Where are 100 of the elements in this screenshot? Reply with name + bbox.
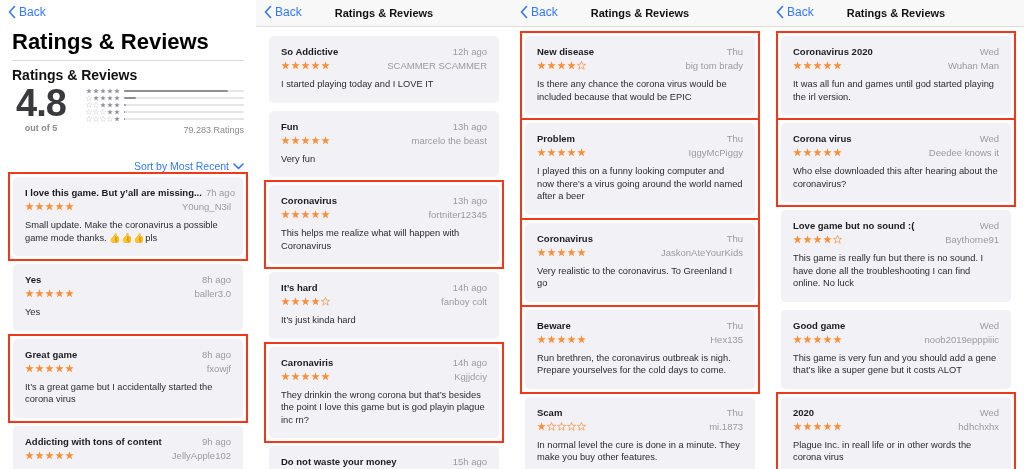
- star-icon: [803, 421, 812, 431]
- star-icon: [35, 450, 44, 460]
- star-icon: [833, 61, 842, 70]
- review-text: It was all fun and games until god started playing the irl version.: [793, 78, 996, 103]
- back-link[interactable]: Back: [520, 5, 558, 19]
- review-title: Problem: [537, 133, 575, 144]
- star-icon: [301, 61, 310, 70]
- review-time: Thu: [726, 46, 743, 57]
- star-icon: [65, 289, 74, 298]
- star-icon: [45, 450, 54, 460]
- star-icon: [567, 334, 576, 344]
- review-author: fanboy colt: [441, 296, 487, 307]
- review-time: Wed: [979, 406, 999, 418]
- star-icon: [301, 297, 310, 306]
- star-icon: [311, 297, 320, 306]
- ratings-count: 79.283 Ratings: [183, 125, 244, 135]
- star-icon: [833, 148, 842, 157]
- star-icon: [813, 421, 822, 431]
- review-time: Wed: [979, 133, 999, 144]
- review-time: Thu: [726, 133, 743, 144]
- review-text: Very fun: [281, 152, 317, 165]
- review-time: Thu: [726, 232, 743, 244]
- review-title: Beware: [537, 319, 571, 331]
- star-icon: [25, 450, 34, 460]
- review-time: Wed: [979, 220, 999, 231]
- star-icon: [823, 235, 832, 244]
- back-link[interactable]: Back: [8, 5, 46, 19]
- star-icon: [291, 371, 300, 381]
- star-icon: [567, 148, 576, 157]
- review-title: I love this game. But y’all are missing...: [25, 187, 202, 198]
- star-icon: [577, 61, 586, 70]
- review-text: Yes: [25, 306, 42, 319]
- review-author: JaskonAteYourKids: [660, 246, 743, 258]
- star-icon: [803, 235, 812, 244]
- review-text: This game is very fun and you should add a gene that’s like a super gene but it costs ALOT: [793, 351, 998, 377]
- star-icon: [547, 334, 556, 344]
- review-author: SCAMMER SCAMMER: [387, 60, 487, 71]
- star-icon: [577, 421, 586, 431]
- review-time: 13h ago: [452, 195, 487, 206]
- star-icon: [321, 297, 330, 306]
- review-title: Good game: [793, 319, 846, 331]
- review-text: Who else downloaded this after hearing about the coronavirus?: [793, 165, 999, 190]
- review-time: Thu: [726, 319, 743, 331]
- star-icon: [537, 421, 546, 431]
- review-author: Y0ung_N3il: [181, 201, 231, 212]
- review-title: Fun: [281, 120, 299, 132]
- nav-title: Ratings & Reviews: [846, 7, 946, 19]
- nav-title: Ratings & Reviews: [590, 7, 690, 19]
- star-icon: [793, 61, 802, 70]
- back-link[interactable]: Back: [776, 5, 814, 19]
- star-icon: [65, 450, 74, 460]
- review-author: mi.1873: [709, 420, 743, 432]
- review-text: Very realistic to the coronavirus. To Greenland I go: [537, 264, 734, 290]
- star-icon: [567, 247, 576, 257]
- score-caption: out of 5: [24, 123, 58, 133]
- review-author: baller3.0: [194, 288, 231, 299]
- back-chevron-icon: [776, 5, 784, 19]
- star-icon: [813, 334, 822, 344]
- review-author: Wuhan Man: [947, 60, 999, 71]
- review-title: New disease: [537, 46, 595, 57]
- review-time: 15h ago: [452, 456, 487, 467]
- star-icon: [311, 371, 320, 381]
- review-text: Plague Inc. in reall life or in other words the corona virus: [793, 438, 973, 464]
- star-icon: [321, 210, 330, 219]
- star-icon: [547, 421, 556, 431]
- star-icon: [823, 334, 832, 344]
- review-title: Great game: [25, 348, 78, 360]
- star-icon: [301, 135, 310, 145]
- back-chevron-icon: [8, 5, 16, 19]
- star-icon: [577, 148, 586, 157]
- sort-link[interactable]: Sort by Most Recent: [133, 160, 244, 172]
- review-title: Coronavirus: [281, 195, 337, 206]
- star-icon: [311, 61, 320, 70]
- review-title: Coronavirus 2020: [793, 46, 873, 57]
- star-icon: [803, 61, 812, 70]
- review-title: Coronavirus: [537, 232, 593, 244]
- star-icon: [281, 61, 290, 70]
- star-icon: [55, 202, 64, 211]
- back-link[interactable]: Back: [264, 5, 302, 19]
- star-icon: [301, 210, 310, 219]
- star-icon: [281, 297, 290, 306]
- star-icon: [567, 421, 576, 431]
- star-icon: [547, 247, 556, 257]
- star-icon: [577, 334, 586, 344]
- star-icon: [301, 371, 310, 381]
- review-author: fxowjf: [206, 362, 231, 374]
- review-author: marcelo the beast: [411, 134, 487, 146]
- star-icon: [793, 148, 802, 157]
- review-text: Is there any chance the corona virus would be included because that would be EPIC: [537, 78, 728, 103]
- star-icon: [311, 210, 320, 219]
- review-time: 7h ago: [205, 187, 235, 198]
- review-text: It’s just kinda hard: [281, 314, 357, 327]
- review-time: 12h ago: [452, 46, 487, 57]
- star-icon: [311, 135, 320, 145]
- review-author: Kgjjdciy: [454, 370, 487, 382]
- star-icon: [281, 135, 290, 145]
- review-author: hdhchxhx: [958, 420, 999, 432]
- review-title: Scam: [537, 406, 563, 418]
- star-icon: [321, 371, 330, 381]
- star-icon: [291, 61, 300, 70]
